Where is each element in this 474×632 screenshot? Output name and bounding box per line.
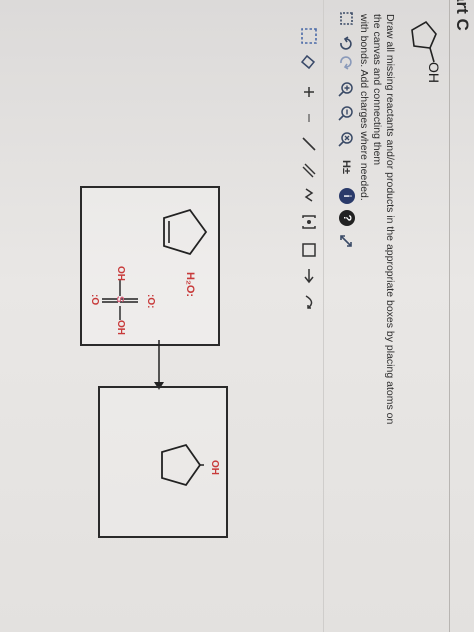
bracket-tool-icon[interactable] xyxy=(299,212,319,232)
part-label: art C xyxy=(453,0,472,31)
zoom-out-icon[interactable] xyxy=(337,104,355,122)
eraser-icon[interactable] xyxy=(299,52,319,72)
product-box[interactable]: OH xyxy=(98,386,228,538)
sulfur-atom: S xyxy=(114,296,125,303)
drawing-tools-bar xyxy=(293,0,324,632)
undo-icon[interactable] xyxy=(337,34,355,52)
charge-minus-icon[interactable] xyxy=(299,108,319,128)
page-header: art C xyxy=(449,0,474,632)
charge-plus-icon[interactable] xyxy=(299,82,319,102)
reactant-box[interactable]: H₂O: :O: S :O OH OH xyxy=(80,186,220,346)
sulfuric-oxygen-top: :O: xyxy=(145,294,156,309)
redo-icon[interactable] xyxy=(337,54,355,72)
instructions-line-2: with bonds. Add charges where needed. xyxy=(358,14,370,201)
cyclopentanol-ring xyxy=(161,443,204,487)
help-button[interactable]: ? xyxy=(339,210,355,226)
fullscreen-icon[interactable] xyxy=(337,232,355,250)
reaction-arrow-icon[interactable] xyxy=(299,266,319,286)
sulfuric-hydroxyl-right: OH xyxy=(115,320,126,335)
double-bond-icon[interactable] xyxy=(299,160,319,180)
problem-page: art C OH Draw all missing reactants and/… xyxy=(0,0,474,632)
editor-toolbar: H± i ? xyxy=(333,10,357,630)
drawing-canvas[interactable]: H₂O: :O: S :O OH OH OH xyxy=(0,0,292,632)
zoom-in-icon[interactable] xyxy=(337,80,355,98)
single-bond-icon[interactable] xyxy=(299,134,319,154)
target-molecule-label: OH xyxy=(426,62,442,83)
sulfuric-oxygen-bottom: :O xyxy=(89,294,100,306)
photo-frame: art C OH Draw all missing reactants and/… xyxy=(0,0,474,632)
water-label: H₂O: xyxy=(184,272,196,298)
marquee-tool-icon[interactable] xyxy=(299,26,319,46)
product-hydroxyl-label: OH xyxy=(209,460,220,475)
instructions: Draw all missing reactants and/or produc… xyxy=(357,14,396,434)
curved-arrow-icon[interactable] xyxy=(299,292,319,312)
reaction-arrow xyxy=(154,340,164,390)
select-tool-icon[interactable] xyxy=(337,10,355,28)
info-button[interactable]: i xyxy=(339,188,355,204)
chain-tool-icon[interactable] xyxy=(299,186,319,206)
sulfuric-hydroxyl-left: OH xyxy=(115,266,126,281)
clear-icon[interactable] xyxy=(337,130,355,148)
explicit-hydrogens-button[interactable]: H± xyxy=(337,156,355,178)
cyclopentene-molecule xyxy=(163,208,208,256)
instructions-line-1: Draw all missing reactants and/or produc… xyxy=(371,14,396,425)
ring-tool-icon[interactable] xyxy=(299,240,319,260)
